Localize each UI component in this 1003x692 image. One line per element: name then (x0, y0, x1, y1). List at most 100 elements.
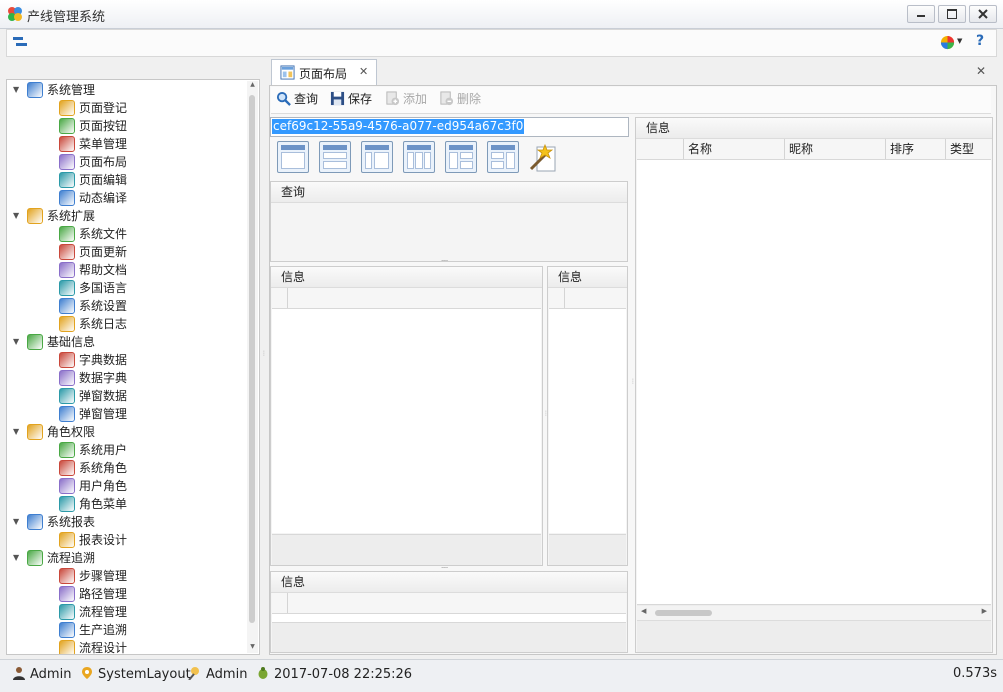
tree-item[interactable]: 系统用户 (7, 441, 243, 459)
help-icon[interactable]: ? (976, 33, 984, 49)
tree-item[interactable]: ▼ 角色权限 (7, 423, 243, 441)
tree-item-label: 数据字典 (79, 371, 128, 385)
theme-color-icon[interactable] (940, 35, 955, 50)
tree-item[interactable]: ▼ 基础信息 (7, 333, 243, 351)
tree-item[interactable]: 流程设计 (7, 639, 243, 655)
minimize-button[interactable] (907, 5, 935, 23)
column-header-nickname[interactable]: 昵称 (784, 139, 884, 159)
tree-item[interactable]: 动态编译 (7, 189, 243, 207)
role-menu-icon (59, 496, 75, 512)
expand-toggle-icon[interactable]: ▼ (13, 513, 23, 531)
layout-side-rows-icon[interactable] (445, 141, 477, 173)
hscroll-thumb[interactable] (655, 610, 712, 616)
expand-toggle-icon[interactable]: ▼ (13, 423, 23, 441)
maximize-button[interactable] (938, 5, 966, 23)
tree-item[interactable]: 角色菜单 (7, 495, 243, 513)
tree-item[interactable]: 页面编辑 (7, 171, 243, 189)
expand-toggle-icon[interactable]: ▼ (13, 81, 23, 99)
expand-toggle-icon[interactable]: ▼ (13, 207, 23, 225)
status-user: Admin (12, 666, 71, 682)
tree-item[interactable]: 路径管理 (7, 585, 243, 603)
tree-item[interactable]: 系统日志 (7, 315, 243, 333)
tree-item[interactable]: ▼ 系统扩展 (7, 207, 243, 225)
tree-scroll-thumb[interactable] (249, 95, 255, 623)
tree-item[interactable]: 数据字典 (7, 369, 243, 387)
tree-item[interactable]: 步骤管理 (7, 567, 243, 585)
tree-item[interactable]: 流程管理 (7, 603, 243, 621)
close-icon (978, 9, 988, 19)
query-panel: 查询 (270, 181, 628, 262)
layout-grid-icon[interactable] (487, 141, 519, 173)
layout-rows-icon[interactable] (319, 141, 351, 173)
tree-item[interactable]: 用户角色 (7, 477, 243, 495)
help-doc-icon (59, 262, 75, 278)
info-bottom-grid-body[interactable] (272, 614, 626, 622)
tab-page-layout[interactable]: 页面布局 ✕ (271, 59, 377, 86)
query-button[interactable]: 查询 (276, 89, 318, 109)
add-icon (386, 91, 400, 106)
save-button[interactable]: 保存 (330, 89, 372, 109)
tree-item[interactable]: 多国语言 (7, 279, 243, 297)
delete-button[interactable]: 删除 (439, 89, 481, 109)
right-grid-hscrollbar[interactable]: ◀ ▶ (637, 606, 991, 621)
tree-item[interactable]: 菜单管理 (7, 135, 243, 153)
tree-item[interactable]: 生产追溯 (7, 621, 243, 639)
tree-item[interactable]: 页面布局 (7, 153, 243, 171)
tree-item-label: 流程设计 (79, 641, 128, 655)
layout-single-icon[interactable] (277, 141, 309, 173)
tree-item[interactable]: 字典数据 (7, 351, 243, 369)
expand-toggle-icon[interactable]: ▼ (13, 333, 23, 351)
query-splitter[interactable]: ······· (441, 258, 448, 265)
tree-item[interactable]: 系统角色 (7, 459, 243, 477)
hammer-icon (59, 118, 75, 134)
navigation-toggle-icon[interactable] (13, 35, 27, 49)
tree-item[interactable]: 系统设置 (7, 297, 243, 315)
tree-item[interactable]: 报表设计 (7, 531, 243, 549)
layout-two-columns-icon[interactable] (361, 141, 393, 173)
status-elapsed: 0.573s (953, 666, 997, 681)
title-bar (0, 0, 1003, 29)
theme-dropdown-icon[interactable]: ▼ (957, 37, 962, 45)
right-grid-body[interactable] (637, 160, 991, 604)
close-all-tabs-icon[interactable]: ✕ (976, 64, 986, 78)
column-header-name[interactable]: 名称 (683, 139, 783, 159)
left-splitter[interactable]: ⋮ (261, 350, 267, 357)
tree-item[interactable]: ▼ 系统报表 (7, 513, 243, 531)
info-left-grid-body[interactable] (272, 309, 541, 533)
layout-three-columns-icon[interactable] (403, 141, 435, 173)
tree-item-label: 路径管理 (79, 587, 128, 601)
close-window-button[interactable] (969, 5, 997, 23)
navigation-tree: ▼ 系统管理 页面登记 页面按钮 菜单管理 页面布局 页面编辑 动态编译 ▼ 系统扩展 系统文件 页面… (6, 79, 260, 655)
tree-scrollbar[interactable]: ▲ ▼ (247, 81, 258, 653)
tree-item[interactable]: ▼ 系统管理 (7, 81, 243, 99)
tree-item[interactable]: 页面按钮 (7, 117, 243, 135)
tree-item[interactable]: ▼ 流程追溯 (7, 549, 243, 567)
box-icon (27, 334, 43, 350)
window-title: 产线管理系统 (27, 10, 106, 25)
tree-item[interactable]: 系统文件 (7, 225, 243, 243)
right-grid-header: 名称 昵称 排序 类型 (637, 139, 991, 160)
trace-icon (59, 622, 75, 638)
org-chart-icon (59, 604, 75, 620)
add-button[interactable]: 添加 (385, 89, 427, 109)
tree-item[interactable]: 页面登记 (7, 99, 243, 117)
layout-icon (280, 65, 295, 80)
tree-item[interactable]: 帮助文档 (7, 261, 243, 279)
info-middle-title: 信息 (548, 267, 627, 288)
info-middle-grid-body[interactable] (549, 309, 626, 533)
tree-item-label: 用户角色 (79, 479, 128, 493)
tree-item-label: 步骤管理 (79, 569, 128, 583)
tree-item-label: 系统日志 (79, 317, 128, 331)
info-right-panel: 信息 名称 昵称 排序 类型 ◀ ▶ (635, 117, 993, 653)
tree-item[interactable]: 弹窗管理 (7, 405, 243, 423)
column-header-type[interactable]: 类型 (945, 139, 991, 159)
tree-item[interactable]: 弹窗数据 (7, 387, 243, 405)
magic-wand-icon[interactable] (529, 141, 559, 173)
column-header-order[interactable]: 排序 (885, 139, 944, 159)
tab-close-icon[interactable]: ✕ (359, 65, 368, 78)
tree-item-label: 报表设计 (79, 533, 128, 547)
info-middle-grid-header (549, 288, 626, 309)
expand-toggle-icon[interactable]: ▼ (13, 549, 23, 567)
tree-item[interactable]: 页面更新 (7, 243, 243, 261)
layout-id-field[interactable]: cef69c12-55a9-4576-a077-ed954a67c3f0 (270, 117, 629, 137)
